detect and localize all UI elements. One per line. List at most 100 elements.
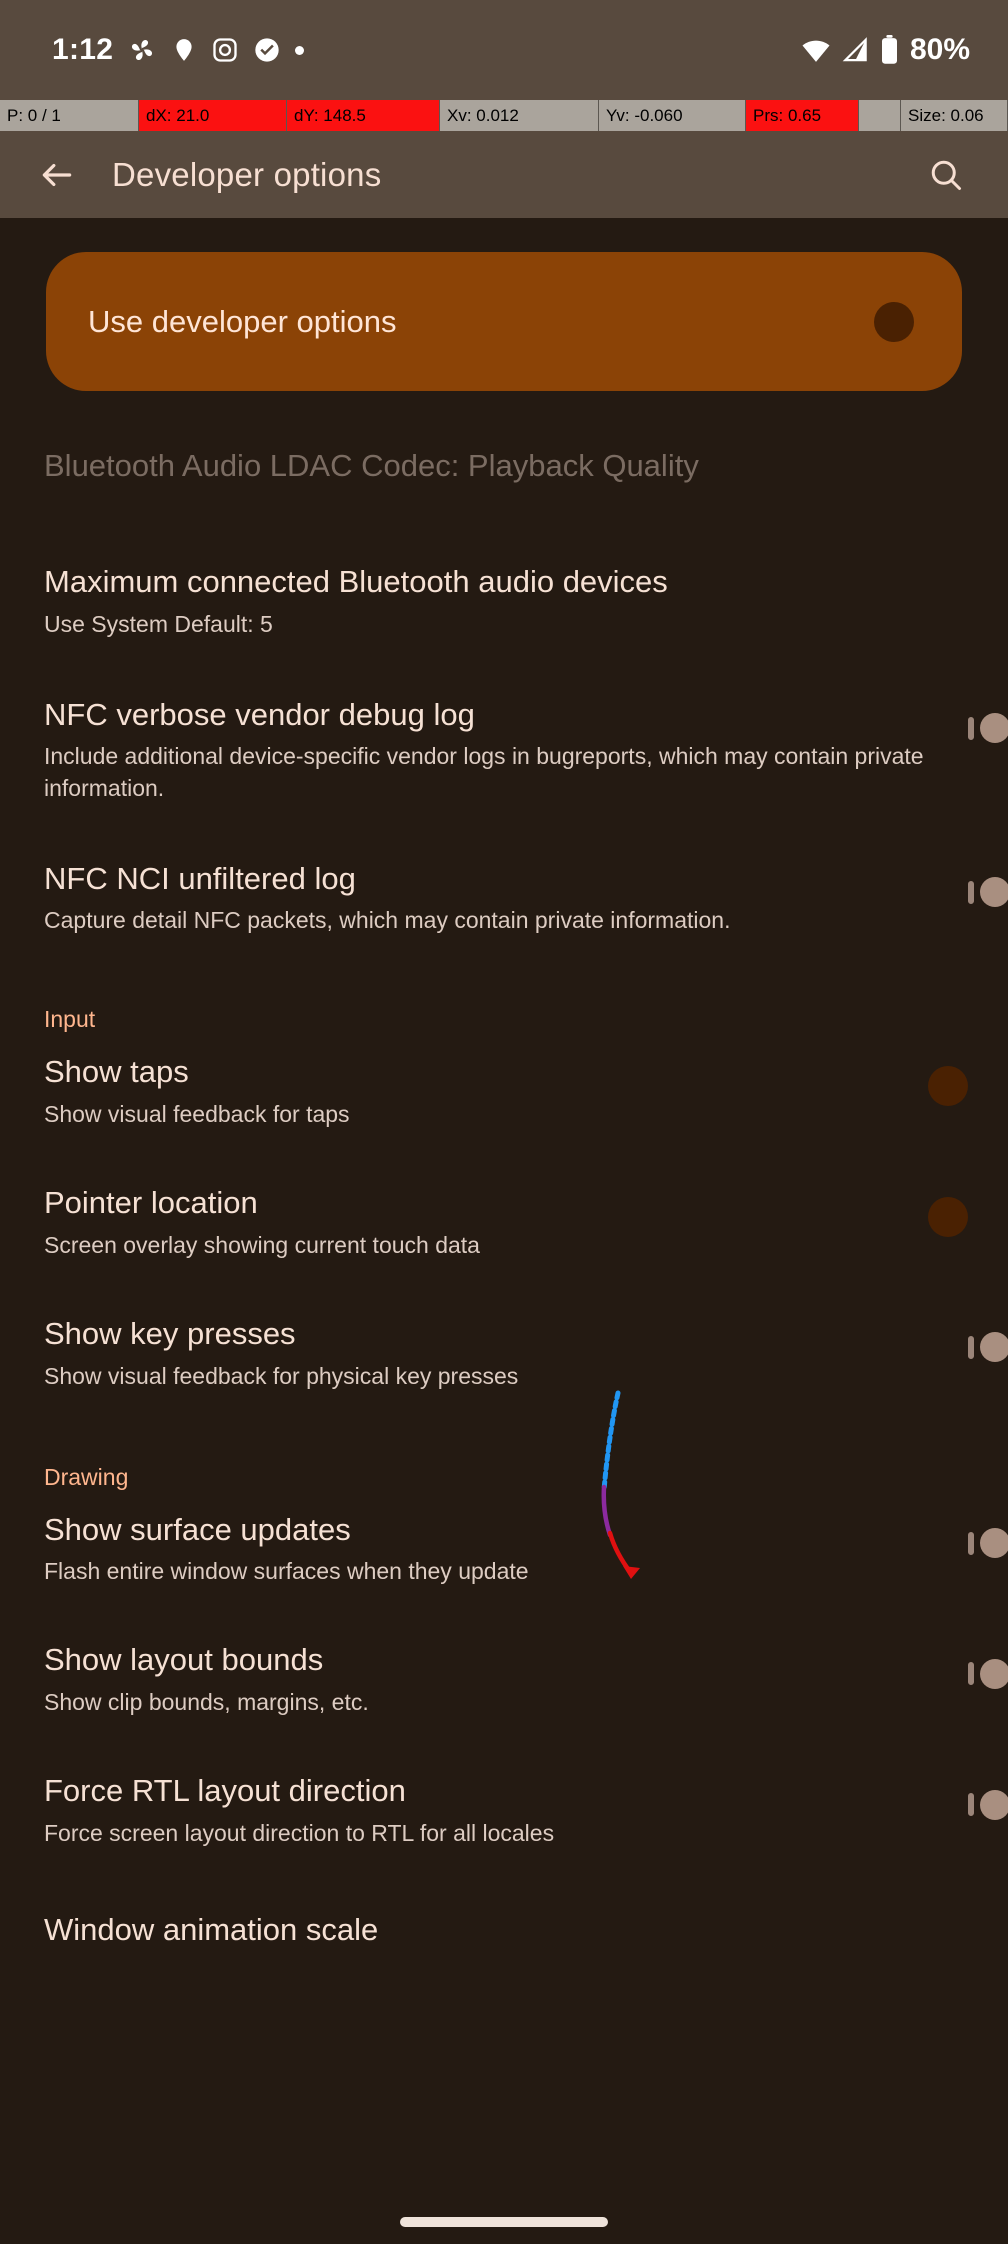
switch-thumb xyxy=(874,301,914,342)
settings-row[interactable]: Show taps Show visual feedback for taps xyxy=(0,1055,1008,1130)
pointer-data-cell: Yv: -0.060 xyxy=(599,100,746,131)
check-circle-icon xyxy=(253,36,281,64)
switch-track xyxy=(968,1528,1008,1559)
instagram-icon xyxy=(211,36,239,64)
location-pin-icon xyxy=(171,35,197,65)
row-text-block: Maximum connected Bluetooth audio device… xyxy=(44,564,880,640)
switch-thumb xyxy=(928,1197,968,1238)
row-title: Window animation scale xyxy=(44,1911,379,1947)
row-title: NFC verbose vendor debug log xyxy=(44,696,475,732)
row-text-block: Show layout bounds Show clip bounds, marg… xyxy=(44,1643,968,1718)
status-bar-right: 80% xyxy=(801,33,970,67)
settings-row[interactable]: NFC verbose vendor debug log Include addi… xyxy=(0,696,1008,804)
switch-thumb xyxy=(980,877,1008,908)
section-header: Drawing xyxy=(44,1463,129,1490)
row-subtitle: Show visual feedback for physical key pr… xyxy=(44,1362,519,1389)
pointer-data-cell xyxy=(859,100,901,131)
settings-row[interactable]: Force RTL layout direction Force screen l… xyxy=(0,1773,1008,1849)
row-text-block: Show surface updates Flash entire window … xyxy=(44,1511,968,1588)
setting-switch[interactable] xyxy=(968,1528,1008,1559)
use-developer-options-card[interactable]: Use developer options xyxy=(46,252,962,391)
row-title: Show layout bounds xyxy=(44,1642,324,1678)
row-subtitle: Show visual feedback for taps xyxy=(44,1101,350,1128)
pointer-data-cell: Xv: 0.012 xyxy=(440,100,599,131)
row-text-block: NFC NCI unfiltered log Capture detail NFC… xyxy=(44,860,968,937)
row-control-slot xyxy=(880,449,974,511)
settings-row[interactable]: NFC NCI unfiltered log Capture detail NFC… xyxy=(0,860,1008,937)
setting-switch[interactable] xyxy=(968,877,1008,908)
setting-switch[interactable] xyxy=(968,1332,1008,1363)
page-title: Developer options xyxy=(112,155,382,193)
switch-thumb xyxy=(980,1528,1008,1559)
row-text-block: NFC verbose vendor debug log Include addi… xyxy=(44,696,968,804)
settings-row[interactable]: Show layout bounds Show clip bounds, marg… xyxy=(0,1643,1008,1718)
row-title: Show taps xyxy=(44,1054,189,1090)
switch-thumb xyxy=(980,713,1008,744)
row-subtitle: Show clip bounds, margins, etc. xyxy=(44,1689,369,1716)
setting-switch[interactable] xyxy=(968,1658,1008,1689)
settings-row[interactable]: Bluetooth Audio LDAC Codec: Playback Qua… xyxy=(0,448,1008,511)
switch-thumb xyxy=(980,1332,1008,1363)
pointer-data-cell: dX: 21.0 xyxy=(139,100,287,131)
dot-icon xyxy=(295,45,305,55)
switch-track xyxy=(968,1332,1008,1363)
row-control-slot xyxy=(880,1913,974,1975)
battery-percentage: 80% xyxy=(909,33,970,66)
row-title: Force RTL layout direction xyxy=(44,1773,406,1809)
row-text-block: Pointer location Screen overlay showing c… xyxy=(44,1185,974,1261)
setting-switch[interactable] xyxy=(968,713,1008,744)
switch-thumb xyxy=(980,1789,1008,1820)
section-header: Input xyxy=(44,1006,96,1033)
pointer-data-cell: Prs: 0.65 xyxy=(746,100,859,131)
row-text-block: Window animation scale xyxy=(44,1911,880,1948)
settings-row[interactable]: Show surface updates Flash entire window … xyxy=(0,1511,1008,1588)
gesture-home-bar xyxy=(400,2217,608,2227)
row-control-slot xyxy=(968,698,1008,760)
pointer-data-cell: dY: 148.5 xyxy=(287,100,440,131)
settings-row[interactable]: Window animation scale xyxy=(0,1911,1008,1975)
row-control-slot xyxy=(968,862,1008,924)
row-text-block: Show taps Show visual feedback for taps xyxy=(44,1055,974,1130)
status-bar-left: 1:12 xyxy=(52,33,305,67)
row-title: Show key presses xyxy=(44,1315,296,1351)
search-button[interactable] xyxy=(918,147,974,203)
pointer-location-data-bar: P: 0 / 1 dX: 21.0 dY: 148.5 Xv: 0.012 Yv: -0… xyxy=(0,100,1008,131)
setting-switch[interactable] xyxy=(968,1789,1008,1820)
row-text-block: Bluetooth Audio LDAC Codec: Playback Qua… xyxy=(44,448,880,484)
pointer-data-cell: Size: 0.06 xyxy=(901,100,1008,131)
row-title: NFC NCI unfiltered log xyxy=(44,860,356,896)
wifi-icon xyxy=(801,37,831,63)
row-subtitle: Flash entire window surfaces when they u… xyxy=(44,1558,529,1585)
row-subtitle: Force screen layout direction to RTL for… xyxy=(44,1819,555,1846)
settings-row[interactable]: Show key presses Show visual feedback for… xyxy=(0,1315,1008,1392)
row-title: Bluetooth Audio LDAC Codec: Playback Qua… xyxy=(44,448,699,483)
switch-track xyxy=(968,1789,1008,1820)
battery-icon xyxy=(880,35,899,65)
status-bar-clock: 1:12 xyxy=(52,33,114,66)
status-bar: 1:12 80% xyxy=(0,0,1008,100)
switch-track xyxy=(968,877,1008,908)
row-subtitle: Screen overlay showing current touch dat… xyxy=(44,1231,480,1258)
row-text-block: Show key presses Show visual feedback for… xyxy=(44,1315,968,1392)
settings-row[interactable]: Pointer location Screen overlay showing c… xyxy=(0,1185,1008,1261)
search-icon xyxy=(931,160,961,190)
cellular-signal-icon xyxy=(842,37,869,63)
row-control-slot xyxy=(968,1513,1008,1575)
row-title: Show surface updates xyxy=(44,1511,351,1547)
row-subtitle: Capture detail NFC packets, which may co… xyxy=(44,907,731,934)
settings-scroll-container[interactable]: Use developer options Bluetooth Audio LD… xyxy=(0,218,1008,2244)
arrow-back-icon xyxy=(42,163,72,186)
use-developer-options-label: Use developer options xyxy=(88,303,397,339)
back-button[interactable] xyxy=(26,144,88,206)
switch-thumb xyxy=(928,1066,968,1107)
switch-track xyxy=(968,1658,1008,1689)
settings-row[interactable]: Maximum connected Bluetooth audio device… xyxy=(0,564,1008,640)
row-title: Maximum connected Bluetooth audio device… xyxy=(44,564,668,599)
settings-rows: Bluetooth Audio LDAC Codec: Playback Qua… xyxy=(0,448,1008,1975)
row-subtitle: Use System Default: 5 xyxy=(44,610,273,637)
pinwheel-icon xyxy=(127,35,157,65)
row-subtitle: Include additional device-specific vendo… xyxy=(44,743,924,801)
row-control-slot xyxy=(968,1317,1008,1379)
row-title: Pointer location xyxy=(44,1185,258,1221)
switch-thumb xyxy=(980,1658,1008,1689)
